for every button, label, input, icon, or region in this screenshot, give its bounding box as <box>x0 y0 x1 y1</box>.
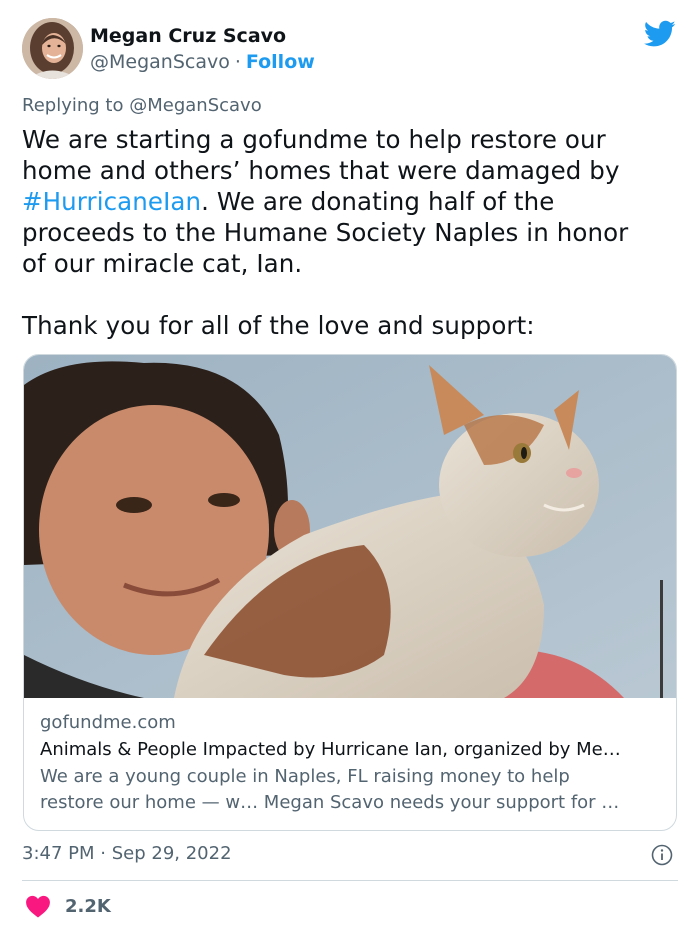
avatar-image <box>22 18 83 79</box>
card-meta: gofundme.com Animals & People Impacted b… <box>40 712 660 816</box>
replying-to: Replying to @MeganScavo <box>22 95 262 116</box>
separator-dot: · <box>234 51 241 73</box>
follow-button[interactable]: Follow <box>246 51 315 73</box>
tweet-line: #HurricaneIan. We are donating half of t… <box>22 186 682 217</box>
author-name[interactable]: Megan Cruz Scavo <box>90 25 286 47</box>
tweet-line: We are starting a gofundme to help resto… <box>22 125 606 154</box>
card-domain: gofundme.com <box>40 712 176 733</box>
tweet-time: 3:47 PM <box>22 843 95 864</box>
info-icon[interactable] <box>651 844 673 866</box>
divider <box>22 880 678 881</box>
user-avatar[interactable] <box>22 18 83 79</box>
author-handle-row: @MeganScavo · Follow <box>90 51 315 73</box>
author-handle[interactable]: @MeganScavo <box>90 51 230 73</box>
heart-icon[interactable] <box>25 894 51 918</box>
tweet-line: home and others’ homes that were damaged… <box>22 156 620 185</box>
separator-dot: · <box>100 843 106 864</box>
like-row: 2.2K <box>25 894 111 918</box>
tweet-line: of our miracle cat, Ian. <box>22 249 303 278</box>
tweet-date: Sep 29, 2022 <box>111 843 232 864</box>
hashtag-link[interactable]: #HurricaneIan <box>22 187 201 216</box>
tweet-line: proceeds to the Humane Society Naples in… <box>22 218 629 247</box>
replying-prefix: Replying to <box>22 95 124 116</box>
tweet-line-rest: . We are donating half of the <box>201 187 555 216</box>
card-desc-line: restore our home — w… Megan Scavo needs … <box>40 792 620 813</box>
link-preview-card[interactable]: gofundme.com Animals & People Impacted b… <box>23 354 677 831</box>
tweet-header: Megan Cruz Scavo @MeganScavo · Follow <box>22 16 678 80</box>
card-photo <box>24 355 676 698</box>
reply-mention-link[interactable]: @MeganScavo <box>129 95 262 116</box>
card-description: We are a young couple in Naples, FL rais… <box>40 764 660 816</box>
tweet-timestamp[interactable]: 3:47 PM · Sep 29, 2022 <box>22 843 232 864</box>
tweet-text: We are starting a gofundme to help resto… <box>22 124 682 341</box>
twitter-bird-icon[interactable] <box>644 20 676 48</box>
card-title[interactable]: Animals & People Impacted by Hurricane I… <box>40 739 660 760</box>
card-desc-line: We are a young couple in Naples, FL rais… <box>40 766 570 787</box>
tweet-line: Thank you for all of the love and suppor… <box>22 311 535 340</box>
like-count[interactable]: 2.2K <box>65 896 111 917</box>
